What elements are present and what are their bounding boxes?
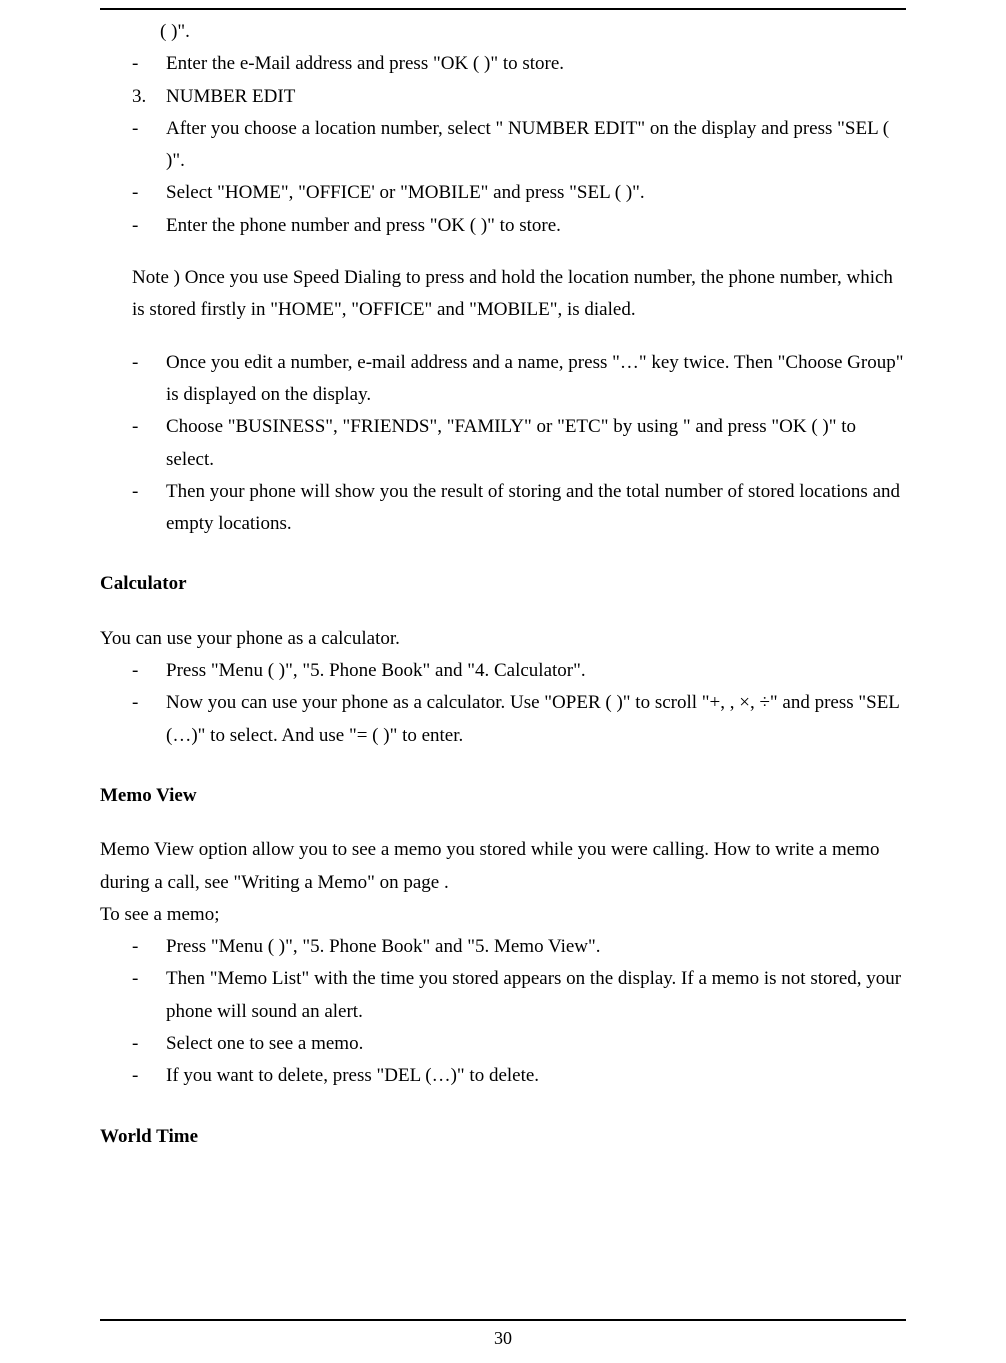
dash-marker: - xyxy=(132,347,166,379)
dash-marker: - xyxy=(132,931,166,963)
page-container: ( )". -Enter the e-Mail address and pres… xyxy=(0,8,1006,1363)
list-item-text: Press "Menu ( )", "5. Phone Book" and "5… xyxy=(166,936,601,957)
list-item: -Then "Memo List" with the time you stor… xyxy=(132,963,906,1028)
list-item: -Enter the phone number and press "OK ( … xyxy=(132,210,906,242)
paragraph: You can use your phone as a calculator. xyxy=(100,623,906,655)
section-heading-memo-view: Memo View xyxy=(100,780,906,812)
list-item: -Choose "BUSINESS", "FRIENDS", "FAMILY" … xyxy=(132,411,906,476)
content-area: ( )". -Enter the e-Mail address and pres… xyxy=(100,16,906,1153)
dash-marker: - xyxy=(132,1060,166,1092)
page-number: 30 xyxy=(0,1328,1006,1349)
paragraph: Memo View option allow you to see a memo… xyxy=(100,834,906,899)
dash-marker: - xyxy=(132,210,166,242)
list-item: -Press "Menu ( )", "5. Phone Book" and "… xyxy=(132,931,906,963)
dash-marker: - xyxy=(132,113,166,145)
section-heading-calculator: Calculator xyxy=(100,568,906,600)
list-item: -Press "Menu ( )", "5. Phone Book" and "… xyxy=(132,655,906,687)
list-item-text: Enter the e-Mail address and press "OK (… xyxy=(166,53,564,74)
dash-marker: - xyxy=(132,687,166,719)
dash-marker: - xyxy=(132,655,166,687)
list-item-text: Then "Memo List" with the time you store… xyxy=(166,968,901,1021)
dash-marker: - xyxy=(132,1028,166,1060)
list-item-text: Select one to see a memo. xyxy=(166,1033,363,1054)
list-item-text: Enter the phone number and press "OK ( )… xyxy=(166,215,561,236)
list-item: -Enter the e-Mail address and press "OK … xyxy=(132,48,906,80)
list-item-text: Now you can use your phone as a calculat… xyxy=(166,692,899,745)
bottom-rule xyxy=(100,1319,906,1321)
list-item: 3.NUMBER EDIT xyxy=(132,81,906,113)
dash-marker: - xyxy=(132,411,166,443)
num-marker: 3. xyxy=(132,81,166,113)
dash-marker: - xyxy=(132,963,166,995)
list-item-text: If you want to delete, press "DEL (…)" t… xyxy=(166,1065,539,1086)
list-item-text: Press "Menu ( )", "5. Phone Book" and "4… xyxy=(166,660,586,681)
note-paragraph: Note ) Once you use Speed Dialing to pre… xyxy=(132,262,906,327)
list-item-text: Choose "BUSINESS", "FRIENDS", "FAMILY" o… xyxy=(166,416,856,469)
list-item: -Then your phone will show you the resul… xyxy=(132,476,906,541)
dash-marker: - xyxy=(132,177,166,209)
list-item: -Now you can use your phone as a calcula… xyxy=(132,687,906,752)
list-item: -Once you edit a number, e-mail address … xyxy=(132,347,906,412)
list-item: -After you choose a location number, sel… xyxy=(132,113,906,178)
list-item-text: Once you edit a number, e-mail address a… xyxy=(166,352,903,405)
dash-marker: - xyxy=(132,476,166,508)
list-item-text: NUMBER EDIT xyxy=(166,86,295,107)
list-item: -Select one to see a memo. xyxy=(132,1028,906,1060)
paragraph: To see a memo; xyxy=(100,899,906,931)
list-item-text: Then your phone will show you the result… xyxy=(166,481,900,534)
dash-marker: - xyxy=(132,48,166,80)
top-rule xyxy=(100,8,906,10)
list-item: -Select "HOME", "OFFICE' or "MOBILE" and… xyxy=(132,177,906,209)
list-item-text: After you choose a location number, sele… xyxy=(166,118,889,171)
list-item-text: Select "HOME", "OFFICE' or "MOBILE" and … xyxy=(166,182,645,203)
list-item: -If you want to delete, press "DEL (…)" … xyxy=(132,1060,906,1092)
text-fragment: ( )". xyxy=(160,16,906,48)
section-heading-world-time: World Time xyxy=(100,1121,906,1153)
